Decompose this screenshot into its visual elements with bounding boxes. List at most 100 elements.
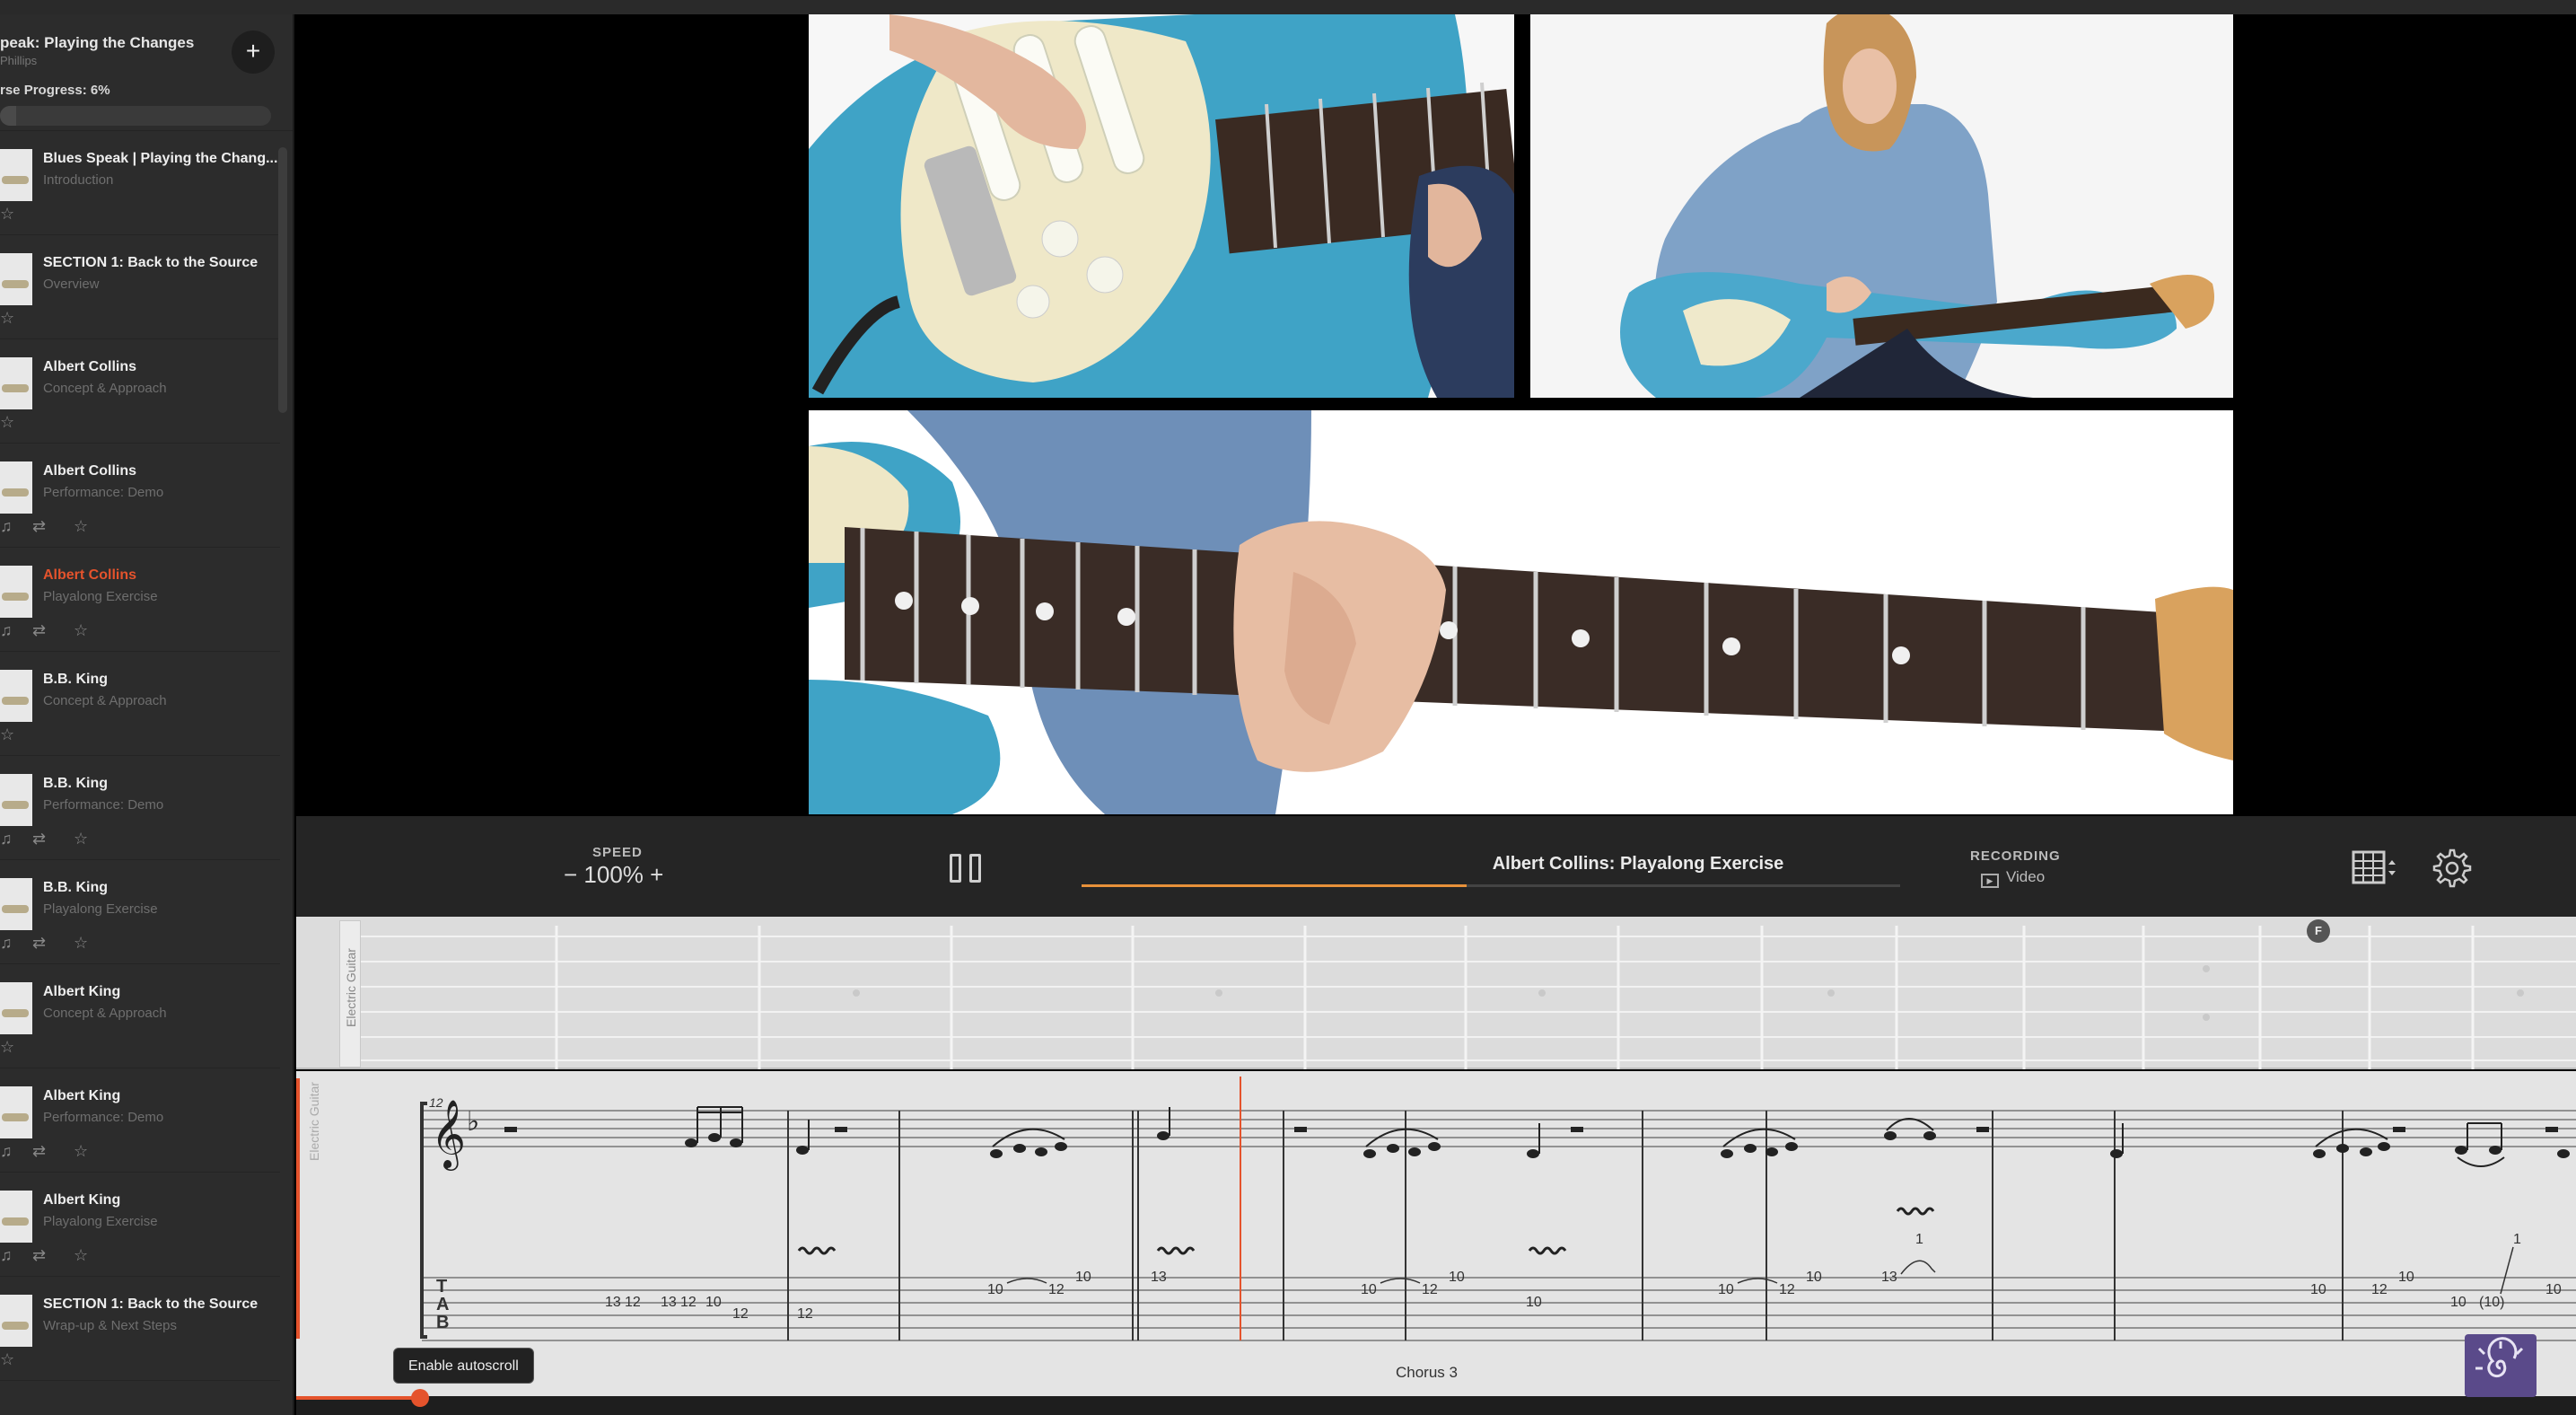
gear-icon xyxy=(2432,848,2472,888)
lesson-title: Albert King xyxy=(43,1192,121,1208)
track-progress-bar[interactable] xyxy=(1082,884,1900,887)
lesson-thumbnail xyxy=(0,1086,32,1138)
fretboard-closeup-image xyxy=(809,410,2233,814)
top-bar xyxy=(0,0,2576,14)
lesson-subtitle: Introduction xyxy=(43,172,114,188)
tab-number: 1 xyxy=(1915,1232,1923,1247)
lesson-item[interactable]: Blues Speak | Playing the Chang... Introd… xyxy=(0,131,280,235)
tab-number: 12 xyxy=(680,1295,697,1310)
music-icon[interactable]: ♫ xyxy=(0,517,13,536)
course-progress-label: rse Progress: 6% xyxy=(0,83,110,98)
lesson-thumbnail xyxy=(0,461,32,514)
tab-number: 1 xyxy=(2513,1232,2521,1247)
fretboard-instrument-tag: Electric Guitar xyxy=(339,920,361,1068)
lesson-subtitle: Performance: Demo xyxy=(43,1110,164,1125)
recording-label: RECORDING xyxy=(1970,848,2061,864)
lesson-item[interactable]: B.B. King Playalong Exercise ♫ ⇄ ☆ xyxy=(0,860,280,964)
guitar-body-image xyxy=(809,14,1514,398)
mixer-icon[interactable]: ⇄ xyxy=(32,830,46,848)
lesson-item[interactable]: Albert Collins Playalong Exercise ♫ ⇄ ☆ xyxy=(0,548,280,652)
lesson-thumbnail xyxy=(0,253,32,305)
enable-autoscroll-button[interactable]: Enable autoscroll xyxy=(393,1348,534,1384)
lesson-title: SECTION 1: Back to the Source xyxy=(43,1296,258,1312)
lesson-title: Albert King xyxy=(43,1088,121,1103)
lesson-item[interactable]: Albert King Concept & Approach ☆ xyxy=(0,964,280,1068)
lesson-item[interactable]: Albert Collins Performance: Demo ♫ ⇄ ☆ xyxy=(0,444,280,548)
speed-increase-button[interactable]: + xyxy=(650,861,663,888)
star-icon[interactable]: ☆ xyxy=(0,205,14,224)
pause-icon xyxy=(950,854,961,883)
course-header: peak: Playing the Changes Phillips rse P… xyxy=(0,14,293,131)
lesson-item[interactable]: B.B. King Concept & Approach ☆ xyxy=(0,652,280,756)
star-icon[interactable]: ☆ xyxy=(74,621,88,640)
lesson-title: B.B. King xyxy=(43,880,108,895)
lesson-item[interactable]: Albert Collins Concept & Approach ☆ xyxy=(0,339,280,444)
speed-decrease-button[interactable]: − xyxy=(564,861,577,888)
star-icon[interactable]: ☆ xyxy=(0,413,14,432)
lesson-item[interactable]: Albert King Playalong Exercise ♫ ⇄ ☆ xyxy=(0,1173,280,1277)
speed-control: − 100% + xyxy=(564,861,663,889)
tab-letter-a: A xyxy=(436,1295,449,1314)
notation-view[interactable]: Electric Guitar 𝄞 ♭ T A B 12 13 12 13 12… xyxy=(296,1071,2576,1396)
music-icon[interactable]: ♫ xyxy=(0,830,13,848)
grid-icon xyxy=(2352,850,2396,884)
tab-number: 13 xyxy=(605,1295,621,1310)
player-controls: SPEED − 100% + Albert Collins: Playalong… xyxy=(296,816,2576,917)
add-button[interactable]: + xyxy=(232,31,275,74)
tab-number: 10 xyxy=(1361,1282,1377,1297)
star-icon[interactable]: ☆ xyxy=(0,309,14,328)
mixer-icon[interactable]: ⇄ xyxy=(32,1246,46,1265)
music-icon[interactable]: ♫ xyxy=(0,1246,13,1265)
music-icon[interactable]: ♫ xyxy=(0,934,13,953)
tab-number: 10 xyxy=(2450,1295,2466,1310)
lesson-item[interactable]: Albert King Performance: Demo ♫ ⇄ ☆ xyxy=(0,1068,280,1173)
mixer-icon[interactable]: ⇄ xyxy=(32,517,46,536)
notation-layout-button[interactable] xyxy=(2352,850,2396,886)
lesson-item[interactable]: SECTION 1: Back to the Source Wrap-up & N… xyxy=(0,1277,280,1381)
timeline-bar[interactable] xyxy=(296,1389,2576,1415)
timeline-scrubber[interactable] xyxy=(411,1389,429,1407)
lesson-subtitle: Overview xyxy=(43,277,100,292)
music-icon[interactable]: ♫ xyxy=(0,621,13,640)
mixer-icon[interactable]: ⇄ xyxy=(32,1142,46,1161)
tab-letter-b: B xyxy=(436,1313,449,1332)
star-icon[interactable]: ☆ xyxy=(74,934,88,953)
lesson-title: Albert Collins xyxy=(43,567,137,583)
star-icon[interactable]: ☆ xyxy=(74,517,88,536)
lesson-sidebar: peak: Playing the Changes Phillips rse P… xyxy=(0,14,294,1415)
tab-letter-t: T xyxy=(436,1277,447,1296)
lesson-subtitle: Playalong Exercise xyxy=(43,901,158,917)
star-icon[interactable]: ☆ xyxy=(0,725,14,744)
lesson-subtitle: Playalong Exercise xyxy=(43,1214,158,1229)
tab-number: 12 xyxy=(732,1306,749,1322)
tab-number: 10 xyxy=(1075,1270,1091,1285)
fretboard-view[interactable]: Electric Guitar F xyxy=(296,917,2576,1069)
video-panel-performer xyxy=(1530,14,2233,398)
star-icon[interactable]: ☆ xyxy=(74,1246,88,1265)
track-progress-fill xyxy=(1082,884,1467,887)
lesson-subtitle: Concept & Approach xyxy=(43,693,167,708)
star-icon[interactable]: ☆ xyxy=(0,1350,14,1369)
lesson-item[interactable]: B.B. King Performance: Demo ♫ ⇄ ☆ xyxy=(0,756,280,860)
star-icon[interactable]: ☆ xyxy=(0,1038,14,1057)
lesson-item[interactable]: SECTION 1: Back to the Source Overview ☆ xyxy=(0,235,280,339)
tab-number: 10 xyxy=(1718,1282,1734,1297)
tab-number: 12 xyxy=(1422,1282,1438,1297)
tab-number: 10 xyxy=(2398,1270,2414,1285)
sidebar-scrollbar[interactable] xyxy=(278,147,287,413)
pause-button[interactable] xyxy=(950,854,986,884)
music-icon[interactable]: ♫ xyxy=(0,1142,13,1161)
mixer-icon[interactable]: ⇄ xyxy=(32,934,46,953)
video-player[interactable] xyxy=(296,14,2576,816)
lesson-title: B.B. King xyxy=(43,672,108,687)
lesson-thumbnail xyxy=(0,982,32,1034)
settings-button[interactable] xyxy=(2432,848,2472,888)
spiral-logo-icon xyxy=(2475,1337,2524,1378)
star-icon[interactable]: ☆ xyxy=(74,830,88,848)
staff-and-tab: 𝄞 ♭ T A B 12 13 12 13 12 10 12 12 10 12 … xyxy=(420,1077,2576,1341)
lesson-subtitle: Wrap-up & Next Steps xyxy=(43,1318,177,1333)
star-icon[interactable]: ☆ xyxy=(74,1142,88,1161)
timeline-progress xyxy=(296,1396,422,1400)
mixer-icon[interactable]: ⇄ xyxy=(32,621,46,640)
recording-mode-button[interactable]: ▶ Video xyxy=(1981,868,2045,888)
